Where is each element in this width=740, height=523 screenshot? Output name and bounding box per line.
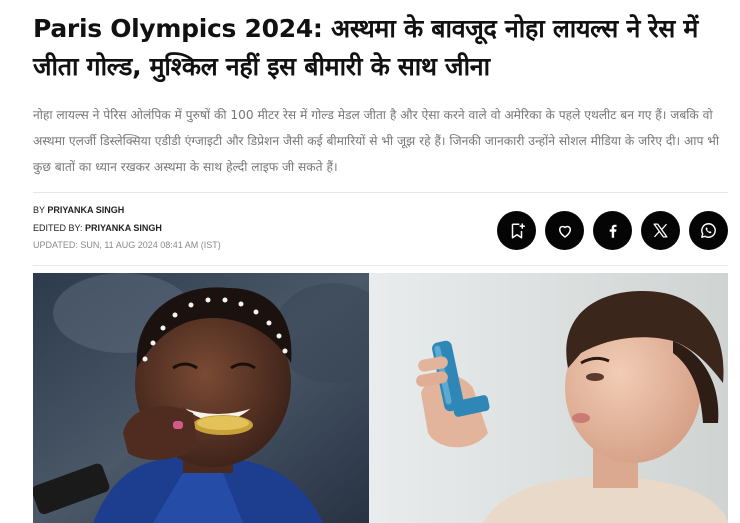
- byline-section: BY PRIYANKA SINGH EDITED BY: PRIYANKA SI…: [33, 193, 728, 265]
- x-icon: [653, 223, 668, 238]
- author-name[interactable]: PRIYANKA SINGH: [47, 205, 124, 215]
- facebook-icon: [609, 224, 617, 238]
- by-prefix: BY: [33, 205, 45, 215]
- updated-timestamp: UPDATED: SUN, 11 AUG 2024 08:41 AM (IST): [33, 240, 221, 250]
- x-share-button[interactable]: [641, 211, 680, 250]
- whatsapp-icon: [701, 223, 716, 238]
- author-line: BY PRIYANKA SINGH: [33, 205, 124, 215]
- article-summary: नोहा लायल्स ने पेरिस ओलंपिक में पुरुषों …: [33, 108, 720, 174]
- share-bar: [497, 211, 728, 250]
- facebook-share-button[interactable]: [593, 211, 632, 250]
- editor-name[interactable]: PRIYANKA SINGH: [85, 223, 162, 233]
- divider: [33, 265, 728, 266]
- article-header: Paris Olympics 2024: अस्थमा के बावजूद नो…: [33, 0, 728, 266]
- article-headline: Paris Olympics 2024: अस्थमा के बावजूद नो…: [33, 14, 698, 81]
- like-button[interactable]: [545, 211, 584, 250]
- edited-prefix: EDITED BY:: [33, 223, 83, 233]
- bookmark-icon: [511, 223, 525, 238]
- bookmark-button[interactable]: [497, 211, 536, 250]
- hero-image: [33, 273, 728, 523]
- editor-line: EDITED BY: PRIYANKA SINGH: [33, 223, 162, 233]
- whatsapp-share-button[interactable]: [689, 211, 728, 250]
- heart-icon: [558, 225, 571, 238]
